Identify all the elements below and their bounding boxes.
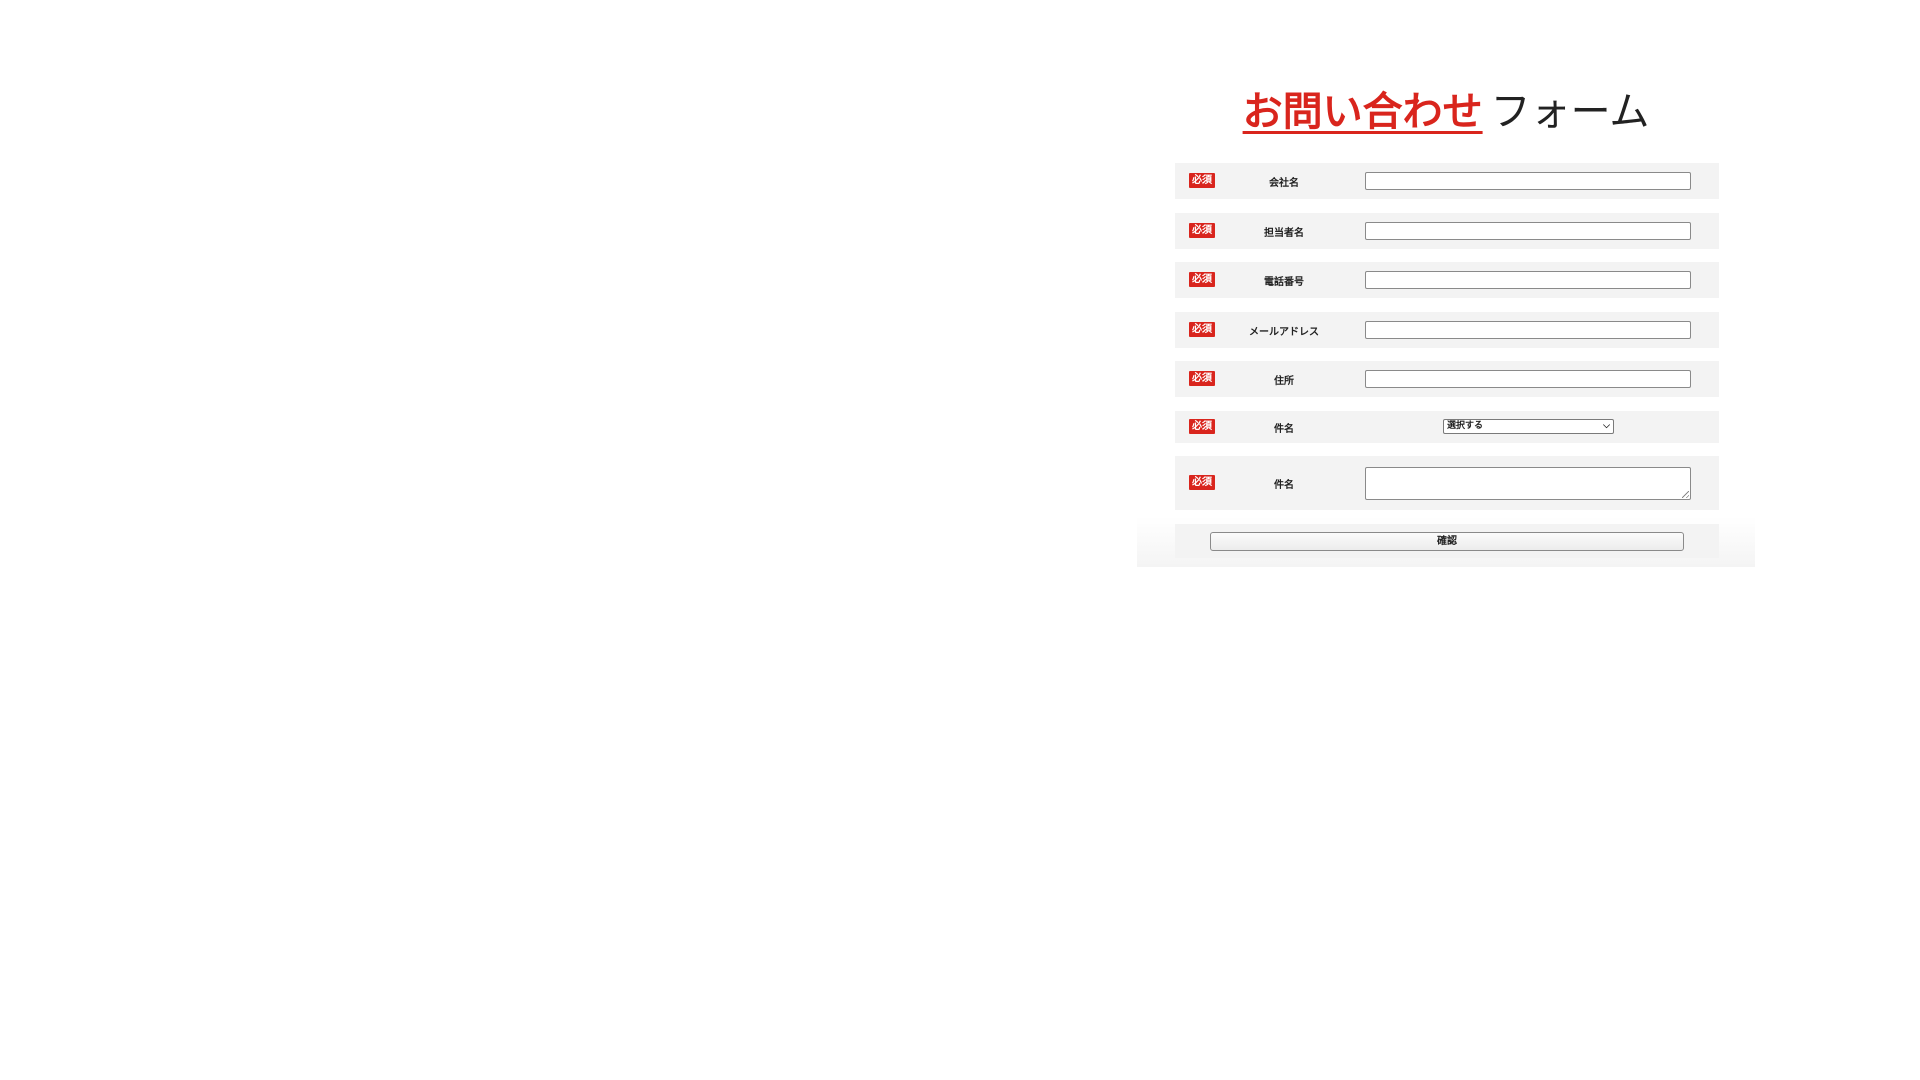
confirm-button[interactable]: 確認 xyxy=(1210,532,1684,551)
field-row-address: 必須 住所 xyxy=(1175,361,1719,397)
field-row-company: 必須 会社名 xyxy=(1175,163,1719,199)
subject-select-value: 選択する xyxy=(1447,421,1484,431)
field-label-company: 会社名 xyxy=(1269,178,1299,189)
phone-number-input[interactable] xyxy=(1365,271,1691,289)
form-title-highlight: お問い合わせ xyxy=(1242,89,1483,135)
field-row-message: 必須 件名 xyxy=(1175,456,1719,510)
required-badge: 必須 xyxy=(1189,173,1215,188)
required-badge: 必須 xyxy=(1189,272,1215,287)
form-title-rest: フォーム xyxy=(1490,89,1650,135)
field-label-contact-person: 担当者名 xyxy=(1264,228,1304,239)
field-row-contact-person: 必須 担当者名 xyxy=(1175,213,1719,249)
form-title: お問い合わせ フォーム xyxy=(1137,77,1755,147)
field-label-subject: 件名 xyxy=(1274,424,1294,435)
chevron-down-icon: ⌵ xyxy=(1603,421,1610,431)
field-row-subject-select: 必須 件名 選択する ⌵ xyxy=(1175,411,1719,443)
company-name-input[interactable] xyxy=(1365,172,1691,190)
field-label-address: 住所 xyxy=(1274,376,1294,387)
message-textarea[interactable] xyxy=(1365,467,1691,500)
required-badge: 必須 xyxy=(1189,371,1215,386)
field-row-phone: 必須 電話番号 xyxy=(1175,262,1719,298)
field-label-phone: 電話番号 xyxy=(1264,277,1304,288)
address-input[interactable] xyxy=(1365,370,1691,388)
required-badge: 必須 xyxy=(1189,419,1215,434)
field-label-message: 件名 xyxy=(1274,480,1294,491)
contact-person-input[interactable] xyxy=(1365,222,1691,240)
field-label-email: メールアドレス xyxy=(1249,327,1319,338)
subject-select[interactable]: 選択する ⌵ xyxy=(1443,419,1614,434)
required-badge: 必須 xyxy=(1189,223,1215,238)
required-badge: 必須 xyxy=(1189,322,1215,337)
resize-grip-icon[interactable] xyxy=(1682,491,1689,498)
required-badge: 必須 xyxy=(1189,475,1215,490)
contact-form: お問い合わせ フォーム 必須 会社名 必須 担当者名 必須 電話番号 必須 メール… xyxy=(1137,62,1755,567)
email-input[interactable] xyxy=(1365,321,1691,339)
page: お問い合わせ フォーム 必須 会社名 必須 担当者名 必須 電話番号 必須 メール… xyxy=(0,0,1920,1080)
submit-row: 確認 xyxy=(1175,524,1719,558)
field-row-email: 必須 メールアドレス xyxy=(1175,312,1719,348)
